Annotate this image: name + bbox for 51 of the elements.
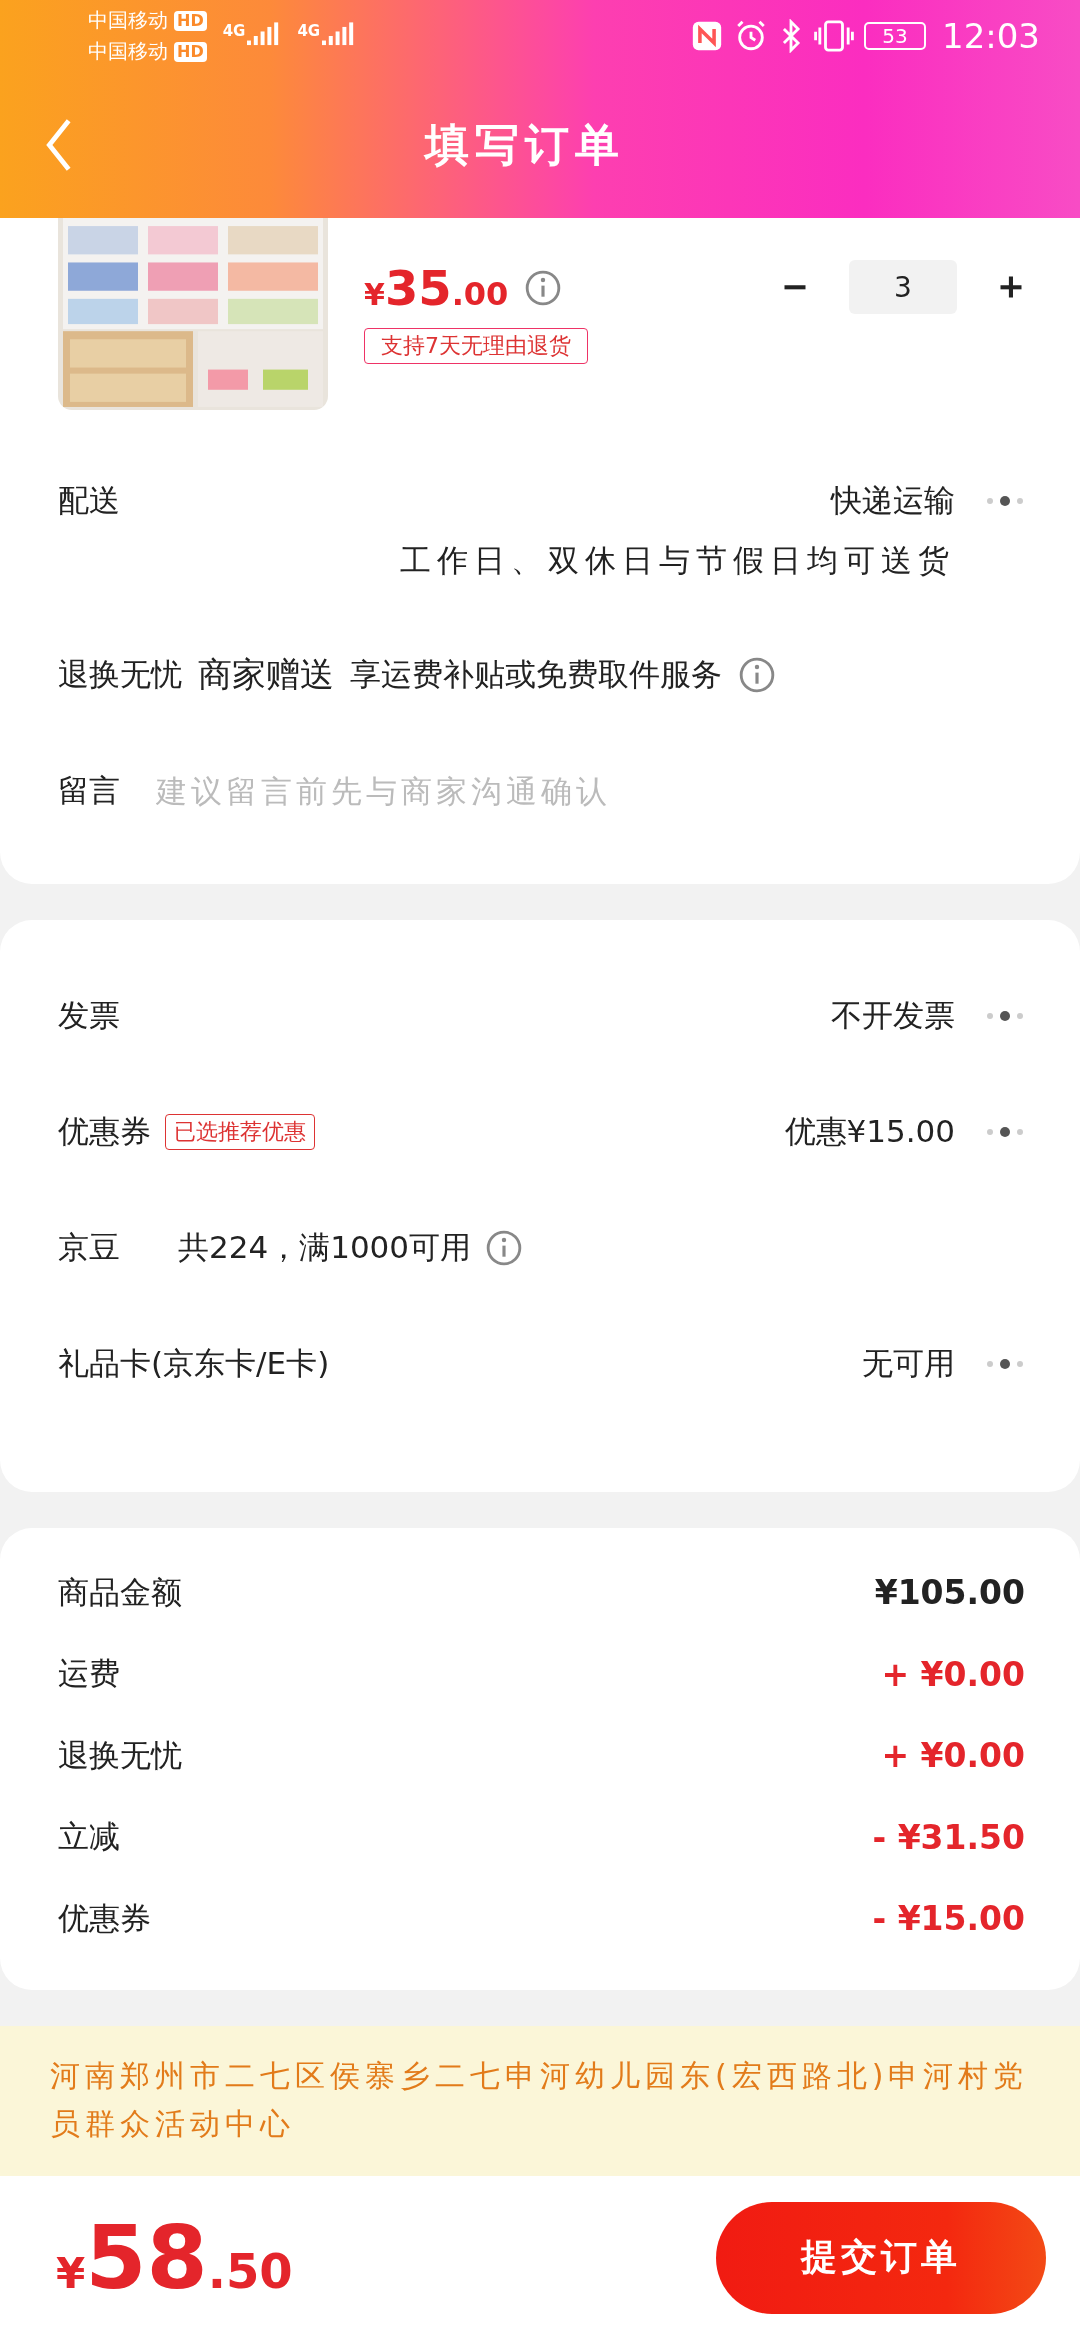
- summary-label: 退换无忧: [58, 1735, 182, 1775]
- carrier-name: 中国移动: [88, 38, 168, 65]
- nfc-icon: [690, 19, 724, 53]
- delivery-address: 河南郑州市二七区侯寨乡二七申河幼儿园东(宏西路北)申河村党员群众活动中心: [50, 2057, 1029, 2141]
- summary-amount: - ¥15.00: [872, 1899, 1025, 1939]
- more-icon[interactable]: [985, 1125, 1025, 1139]
- page-title: 填写订单: [425, 117, 625, 172]
- info-icon[interactable]: [524, 269, 563, 307]
- delivery-method[interactable]: 快递运输: [831, 480, 955, 522]
- option-label: 发票: [58, 996, 120, 1035]
- message-label: 留言: [58, 771, 120, 810]
- hd-badge: HD: [174, 41, 207, 62]
- return-policy-tag: 支持7天无理由退货: [364, 328, 588, 364]
- return-service-description: 享运费补贴或免费取件服务: [350, 655, 722, 694]
- option-label: 礼品卡(京东卡/E卡): [58, 1344, 330, 1383]
- quantity-field[interactable]: 3: [849, 260, 957, 314]
- carrier-name: 中国移动: [88, 7, 168, 34]
- option-label: 优惠券: [58, 1112, 151, 1151]
- return-service-label: 退换无忧: [58, 655, 182, 694]
- more-icon[interactable]: [985, 494, 1025, 508]
- option-value: 共224，满1000可用: [178, 1228, 472, 1267]
- network-type: 4G: [222, 22, 246, 40]
- message-field[interactable]: 建议留言前先与商家沟通确认: [156, 773, 1025, 809]
- clock: 12:03: [942, 16, 1040, 56]
- more-icon[interactable]: [985, 1357, 1025, 1371]
- more-icon[interactable]: [985, 1009, 1025, 1023]
- option-value[interactable]: 不开发票: [831, 995, 955, 1037]
- submit-order-button[interactable]: 提交订单: [716, 2201, 1046, 2314]
- delivery-note: 工作日、双休日与节假日均可送货: [400, 541, 955, 580]
- unit-price: ¥35.00: [364, 260, 509, 316]
- vibrate-icon: [814, 19, 854, 53]
- coupon-tag: 已选推荐优惠: [165, 1114, 315, 1150]
- info-icon[interactable]: [485, 1229, 524, 1267]
- total-price: ¥58.50: [56, 2206, 293, 2310]
- summary-label: 运费: [58, 1654, 120, 1694]
- summary-label: 优惠券: [58, 1898, 151, 1938]
- info-icon[interactable]: [738, 656, 776, 694]
- summary-amount: ¥105.00: [874, 1573, 1025, 1613]
- summary-amount: + ¥0.00: [881, 1654, 1025, 1694]
- summary-label: 商品金额: [58, 1572, 182, 1612]
- option-label: 京豆: [58, 1228, 120, 1267]
- battery-icon: 53: [864, 22, 926, 50]
- summary-amount: - ¥31.50: [872, 1817, 1025, 1857]
- option-value[interactable]: 优惠¥15.00: [784, 1111, 955, 1153]
- delivery-label: 配送: [58, 481, 120, 520]
- network-type: 4G: [297, 22, 321, 40]
- summary-amount: + ¥0.00: [881, 1736, 1025, 1776]
- return-service-provider: 商家赠送: [198, 653, 334, 696]
- option-value[interactable]: 无可用: [862, 1343, 955, 1385]
- hd-badge: HD: [174, 10, 207, 31]
- summary-label: 立减: [58, 1817, 120, 1857]
